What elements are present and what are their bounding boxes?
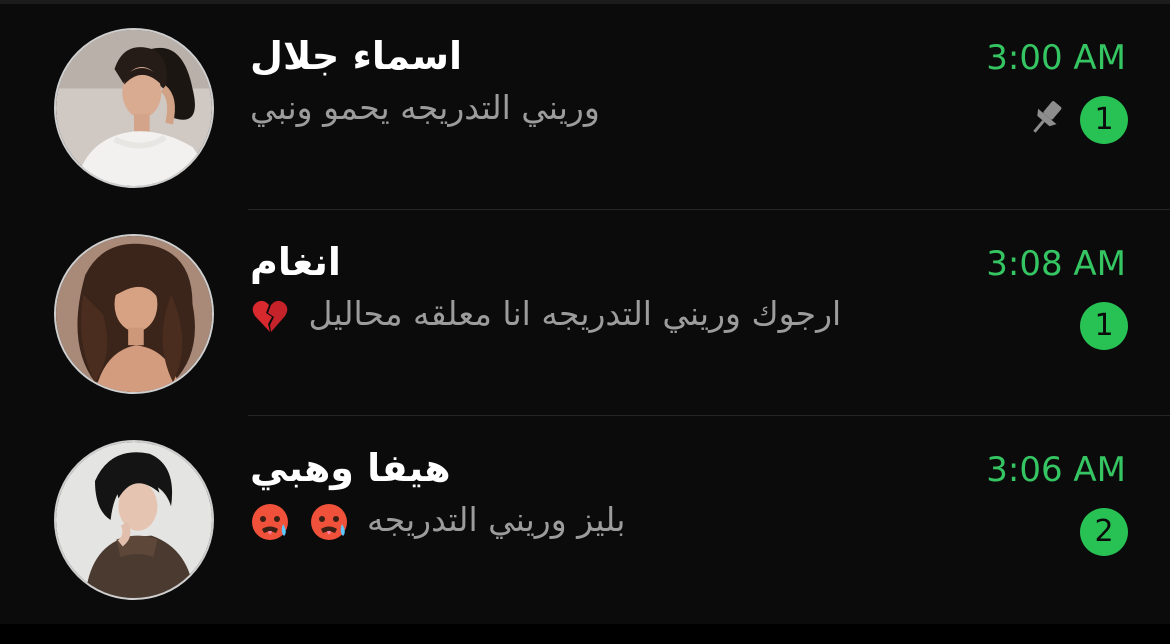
chat-time: 3:06 AM [986,450,1126,490]
avatar-woman-white-dress-icon [56,30,212,186]
chat-name: اسماء جلال [250,34,463,78]
chat-list: اسماء جلال وريني التدريجه يحمو ونبي 3:00… [0,4,1170,622]
pin-icon [1024,96,1068,140]
unread-badge: 1 [1080,96,1128,144]
chat-preview: وريني التدريجه يحمو ونبي [250,88,600,127]
unread-badge: 1 [1080,302,1128,350]
hot-face-icon [309,502,349,542]
avatar[interactable] [54,440,214,600]
avatar-woman-curly-hair-icon [56,236,212,392]
bottom-edge [0,624,1170,644]
broken-heart-icon [250,296,290,336]
avatar[interactable] [54,28,214,188]
avatar[interactable] [54,234,214,394]
chat-preview-text: بليز وريني التدريجه [367,500,626,539]
chat-preview: بليز وريني التدريجه [250,500,625,542]
chat-time: 3:00 AM [986,38,1126,78]
chat-row[interactable]: اسماء جلال وريني التدريجه يحمو ونبي 3:00… [0,4,1170,210]
chat-name: انغام [250,240,341,284]
hot-face-icon [250,502,290,542]
chat-name: هيفا وهبي [250,446,451,490]
unread-badge: 2 [1080,508,1128,556]
chat-preview-text: وريني التدريجه يحمو ونبي [250,88,600,127]
chat-preview: ارجوك وريني التدريجه انا معلقه محاليل [250,294,841,336]
chat-preview-text: ارجوك وريني التدريجه انا معلقه محاليل [308,294,842,333]
chat-time: 3:08 AM [986,244,1126,284]
chat-row[interactable]: انغام ارجوك وريني التدريجه انا معلقه محا… [0,210,1170,416]
avatar-woman-leather-jacket-icon [56,442,212,598]
chat-row[interactable]: هيفا وهبي بليز وريني التدريجه 3:06 AM 2 [0,416,1170,622]
